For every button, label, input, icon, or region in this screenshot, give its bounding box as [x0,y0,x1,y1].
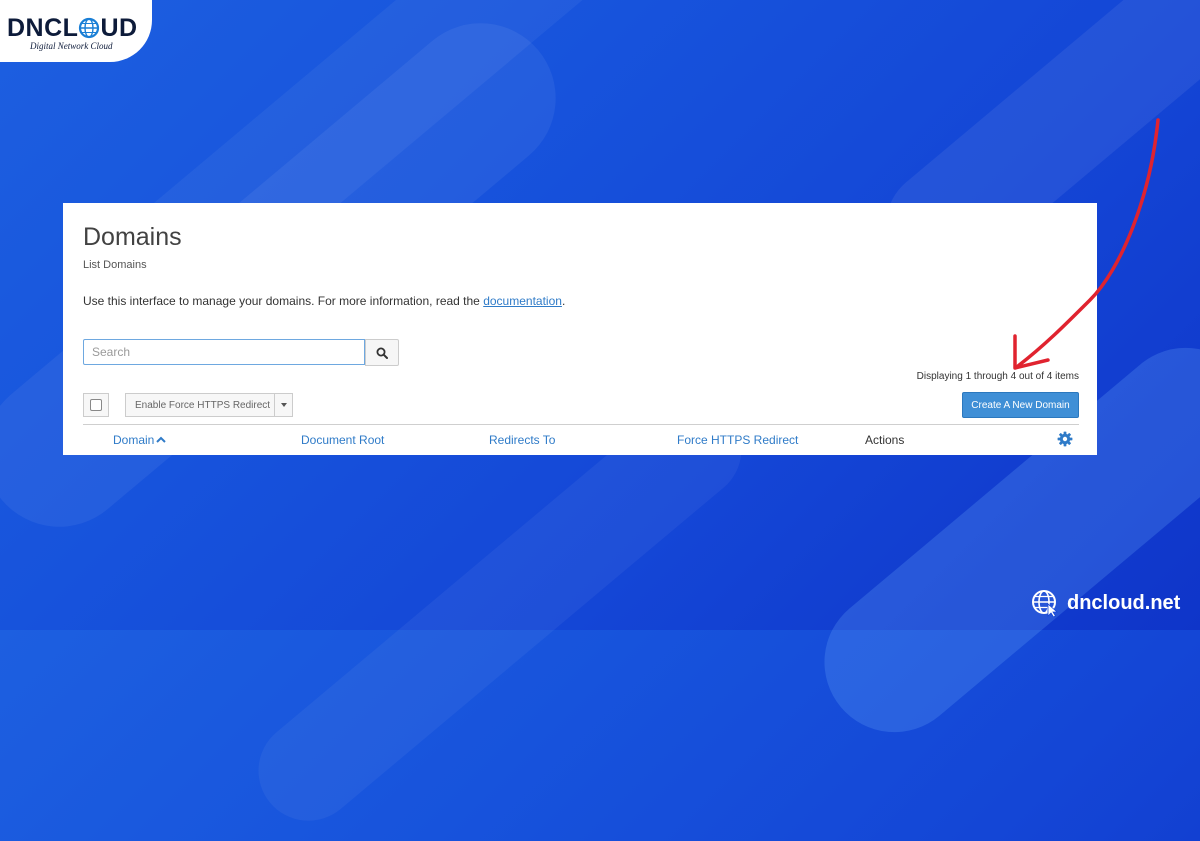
pagination-summary: Displaying 1 through 4 out of 4 items [916,371,1079,382]
logo-wordmark: DNCL UD [7,14,138,43]
column-header-redirects-to[interactable]: Redirects To [489,433,555,447]
chevron-up-icon [156,436,167,443]
site-url-text: dncloud.net [1067,591,1181,614]
intro-text: Use this interface to manage your domain… [83,294,565,308]
force-https-dropdown-toggle[interactable] [274,393,293,417]
caret-down-icon [280,403,287,407]
logo-tagline: Digital Network Cloud [30,41,113,51]
gear-icon[interactable] [1057,431,1073,447]
site-url: dncloud.net [1031,589,1180,617]
page-title: Domains [83,223,182,251]
column-header-force-https[interactable]: Force HTTPS Redirect [677,433,798,447]
column-header-document-root[interactable]: Document Root [301,433,384,447]
logo-text-tail: UD [100,14,138,42]
brand-logo: DNCL UD Digital Network Cloud [0,0,152,62]
intro-period: . [561,294,566,308]
page-subtitle: List Domains [83,259,147,271]
search-icon [376,347,388,359]
column-header-domain[interactable]: Domain [113,433,167,447]
search-button[interactable] [365,339,399,366]
search-input[interactable] [83,339,365,365]
column-header-actions: Actions [865,433,905,447]
select-all-checkbox[interactable] [83,393,109,417]
column-header-label: Domain [113,433,155,447]
documentation-link[interactable]: documentation [483,294,562,308]
create-domain-button[interactable]: Create A New Domain [962,392,1079,418]
logo-text-head: DNCL [7,14,79,42]
globe-icon [79,17,100,39]
checkbox-box [90,399,102,411]
force-https-button[interactable]: Enable Force HTTPS Redirect [125,393,275,417]
globe-cursor-icon [1032,590,1059,617]
table-divider [83,424,1079,425]
domains-panel: Domains List Domains Use this interface … [63,203,1097,455]
intro-sentence: Use this interface to manage your domain… [83,294,484,308]
